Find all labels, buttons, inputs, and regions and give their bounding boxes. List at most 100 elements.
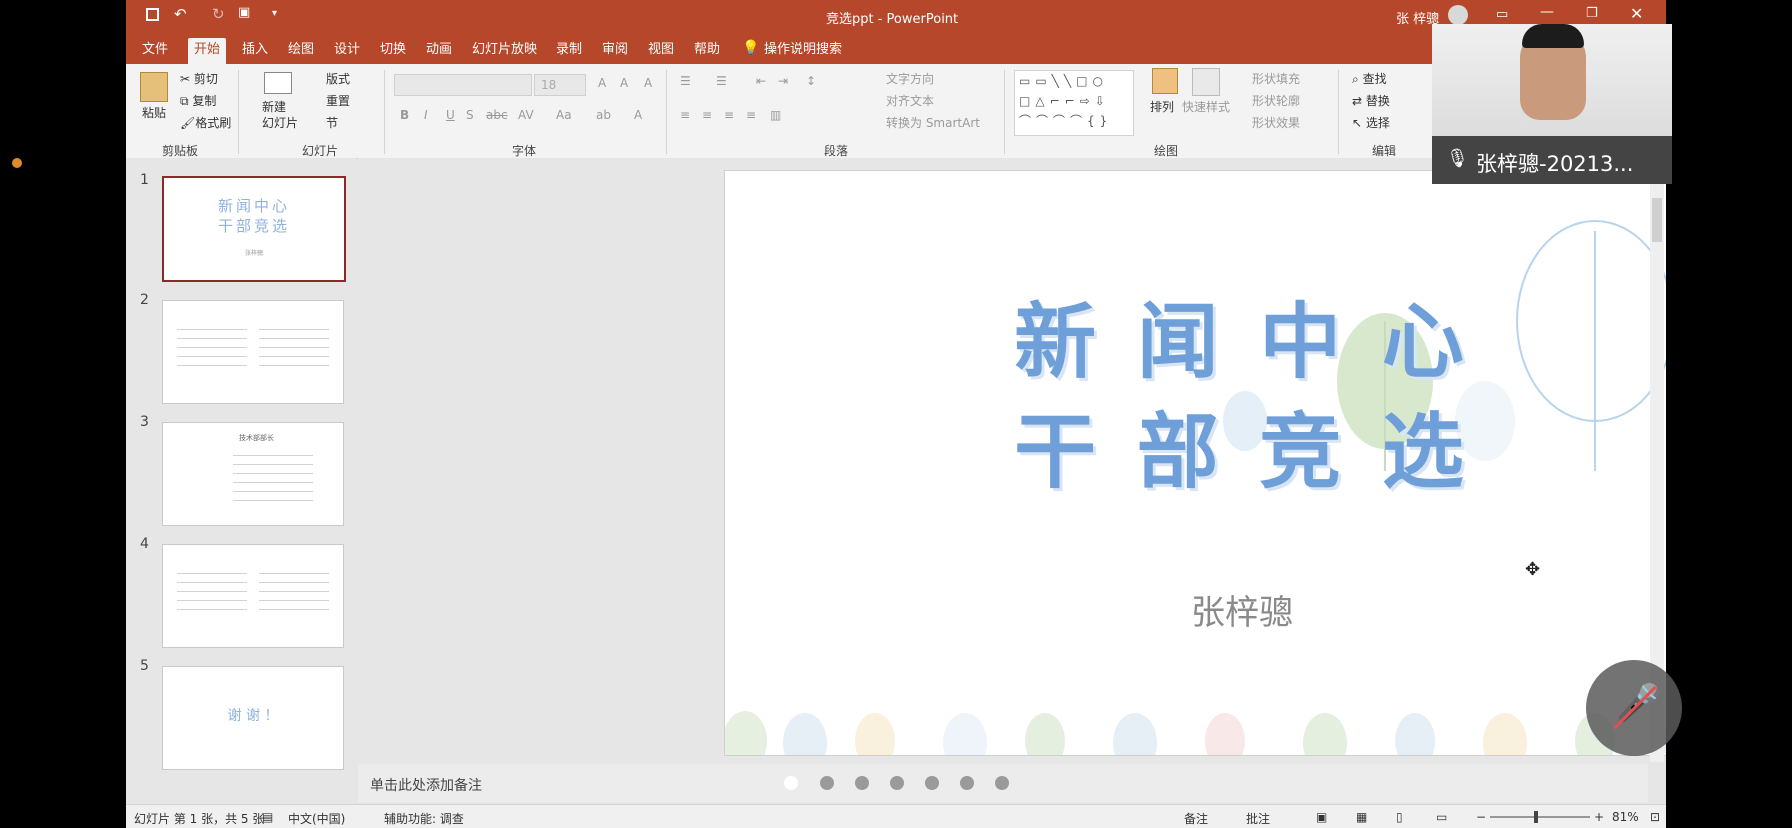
indent-icon[interactable]: ⇤	[756, 74, 766, 88]
smartart-button[interactable]: 转换为 SmartArt	[886, 114, 980, 131]
font-color-icon[interactable]: A	[634, 108, 642, 122]
columns-icon[interactable]: ▥	[770, 108, 781, 122]
cut-button[interactable]: ✂ 剪切	[180, 70, 218, 87]
tab-record[interactable]: 录制	[550, 38, 588, 64]
zoom-in-icon[interactable]: +	[1594, 810, 1604, 824]
pager-dot[interactable]	[995, 776, 1009, 790]
shadow-icon[interactable]: S	[466, 108, 474, 122]
language-indicator[interactable]: 中文(中国)	[288, 810, 345, 827]
paste-icon[interactable]	[140, 72, 168, 102]
zoom-level[interactable]: 81%	[1612, 810, 1639, 824]
tab-draw[interactable]: 绘图	[282, 38, 320, 64]
zoom-out-icon[interactable]: −	[1476, 810, 1486, 824]
align-center-icon[interactable]: ≡	[702, 108, 712, 122]
accessibility-status[interactable]: 辅助功能: 调查	[384, 810, 464, 827]
underline-icon[interactable]: U	[446, 108, 455, 122]
replace-button[interactable]: ⇄ 替换	[1352, 92, 1390, 109]
strikethrough-icon[interactable]: abc	[486, 108, 508, 122]
customize-toolbar-icon[interactable]: ▾	[272, 8, 277, 19]
tab-animations[interactable]: 动画	[420, 38, 458, 64]
font-name-box[interactable]	[394, 74, 532, 96]
format-painter-button[interactable]: 🖌格式刷	[180, 114, 231, 131]
new-slide-button[interactable]: 新建	[262, 98, 286, 115]
tab-slideshow[interactable]: 幻灯片放映	[466, 38, 543, 64]
close-icon[interactable]: ✕	[1630, 4, 1643, 23]
copy-button[interactable]: ⧉ 复制	[180, 92, 216, 109]
tell-me-search[interactable]: 操作说明搜索	[758, 38, 848, 64]
spellcheck-icon[interactable]: ▤	[262, 810, 273, 824]
shape-fill-button[interactable]: 形状填充	[1252, 70, 1300, 87]
align-left-icon[interactable]: ≡	[680, 108, 690, 122]
outdent-icon[interactable]: ⇥	[778, 74, 788, 88]
numbering-icon[interactable]: ☰	[716, 74, 727, 88]
thumbnail-slide-5[interactable]: 谢 谢 ！	[162, 666, 344, 770]
char-spacing-icon[interactable]: AV	[518, 108, 534, 122]
section-button[interactable]: 节	[326, 114, 338, 131]
save-icon[interactable]	[146, 8, 159, 21]
notes-toggle[interactable]: 备注	[1184, 810, 1208, 827]
normal-view-icon[interactable]: ▣	[1316, 810, 1327, 824]
thumbnail-slide-4[interactable]	[162, 544, 344, 648]
new-slide-dropdown[interactable]: 幻灯片	[262, 114, 298, 131]
tab-transitions[interactable]: 切换	[374, 38, 412, 64]
shape-outline-button[interactable]: 形状轮廓	[1252, 92, 1300, 109]
select-button[interactable]: ↖ 选择	[1352, 114, 1390, 131]
justify-icon[interactable]: ≡	[746, 108, 756, 122]
thumbnail-slide-1[interactable]: 新闻中心 干部竞选 张梓骢	[162, 176, 346, 282]
ribbon-display-options-icon[interactable]: ▭	[1496, 7, 1508, 22]
tab-insert[interactable]: 插入	[236, 38, 274, 64]
align-right-icon[interactable]: ≡	[724, 108, 734, 122]
avatar-icon[interactable]	[1448, 5, 1468, 25]
zoom-slider-thumb[interactable]	[1534, 811, 1538, 823]
thumbnail-slide-2[interactable]	[162, 300, 344, 404]
fit-to-window-icon[interactable]: ⊡	[1650, 810, 1660, 824]
comments-toggle[interactable]: 批注	[1246, 810, 1270, 827]
thumbnail-slide-3[interactable]: 技术部部长	[162, 422, 344, 526]
line-spacing-icon[interactable]: ↕	[806, 74, 816, 88]
increase-font-icon[interactable]: A	[598, 76, 606, 90]
pager-dot[interactable]	[890, 776, 904, 790]
reset-button[interactable]: 重置	[326, 92, 350, 109]
scrollbar-thumb[interactable]	[1652, 198, 1662, 242]
current-slide[interactable]: 新 闻 中 心 干 部 竞 选 张梓骢 ✥	[724, 170, 1666, 756]
arrange-icon[interactable]	[1152, 68, 1178, 94]
shape-effects-button[interactable]: 形状效果	[1252, 114, 1300, 131]
notes-placeholder[interactable]: 单击此处添加备注	[370, 775, 482, 795]
zoom-slider[interactable]	[1490, 811, 1590, 823]
slide-presenter[interactable]: 张梓骢	[725, 585, 1666, 634]
participant-video[interactable]: 🎙 张梓骢-20213...	[1432, 24, 1672, 184]
pager-dot[interactable]	[925, 776, 939, 790]
highlight-icon[interactable]: ab	[596, 108, 611, 122]
italic-icon[interactable]: I	[424, 108, 428, 122]
new-slide-icon[interactable]	[264, 72, 292, 94]
tab-design[interactable]: 设计	[328, 38, 366, 64]
mute-toggle-button[interactable]: 🎤	[1586, 660, 1682, 756]
decrease-font-icon[interactable]: A	[620, 76, 628, 90]
quick-styles-icon[interactable]	[1192, 68, 1220, 96]
pager-dot[interactable]	[820, 776, 834, 790]
slide-title-line2[interactable]: 干 部 竞 选	[725, 385, 1666, 504]
change-case-button[interactable]: Aa	[556, 108, 572, 122]
arrange-button[interactable]: 排列	[1150, 98, 1174, 115]
reading-view-icon[interactable]: ▯	[1396, 810, 1403, 824]
redo-icon[interactable]: ↻	[212, 5, 225, 23]
pager-dot[interactable]	[855, 776, 869, 790]
slide-sorter-icon[interactable]: ▦	[1356, 810, 1367, 824]
tab-help[interactable]: 帮助	[688, 38, 726, 64]
restore-icon[interactable]: ❐	[1586, 6, 1598, 21]
font-size-box[interactable]: 18	[534, 74, 586, 96]
undo-icon[interactable]: ↶	[174, 5, 187, 23]
shapes-gallery[interactable]: ▭▭╲╲□○ □△⌐⌐⇨⇩ ⌒⌒⌒⌒{}	[1014, 70, 1134, 136]
tab-view[interactable]: 视图	[642, 38, 680, 64]
quick-styles-button[interactable]: 快速样式	[1182, 98, 1230, 115]
slideshow-view-icon[interactable]: ▭	[1436, 810, 1447, 824]
bullets-icon[interactable]: ☰	[680, 74, 691, 88]
find-button[interactable]: ⌕ 查找	[1352, 70, 1387, 87]
tab-review[interactable]: 审阅	[596, 38, 634, 64]
start-slideshow-icon[interactable]: ▣	[238, 5, 250, 20]
pager-dot-active[interactable]	[784, 776, 798, 790]
bold-icon[interactable]: B	[400, 108, 409, 122]
clear-format-icon[interactable]: A	[644, 76, 652, 90]
slide-title-line1[interactable]: 新 闻 中 心	[725, 275, 1666, 394]
tab-home[interactable]: 开始	[188, 38, 227, 64]
